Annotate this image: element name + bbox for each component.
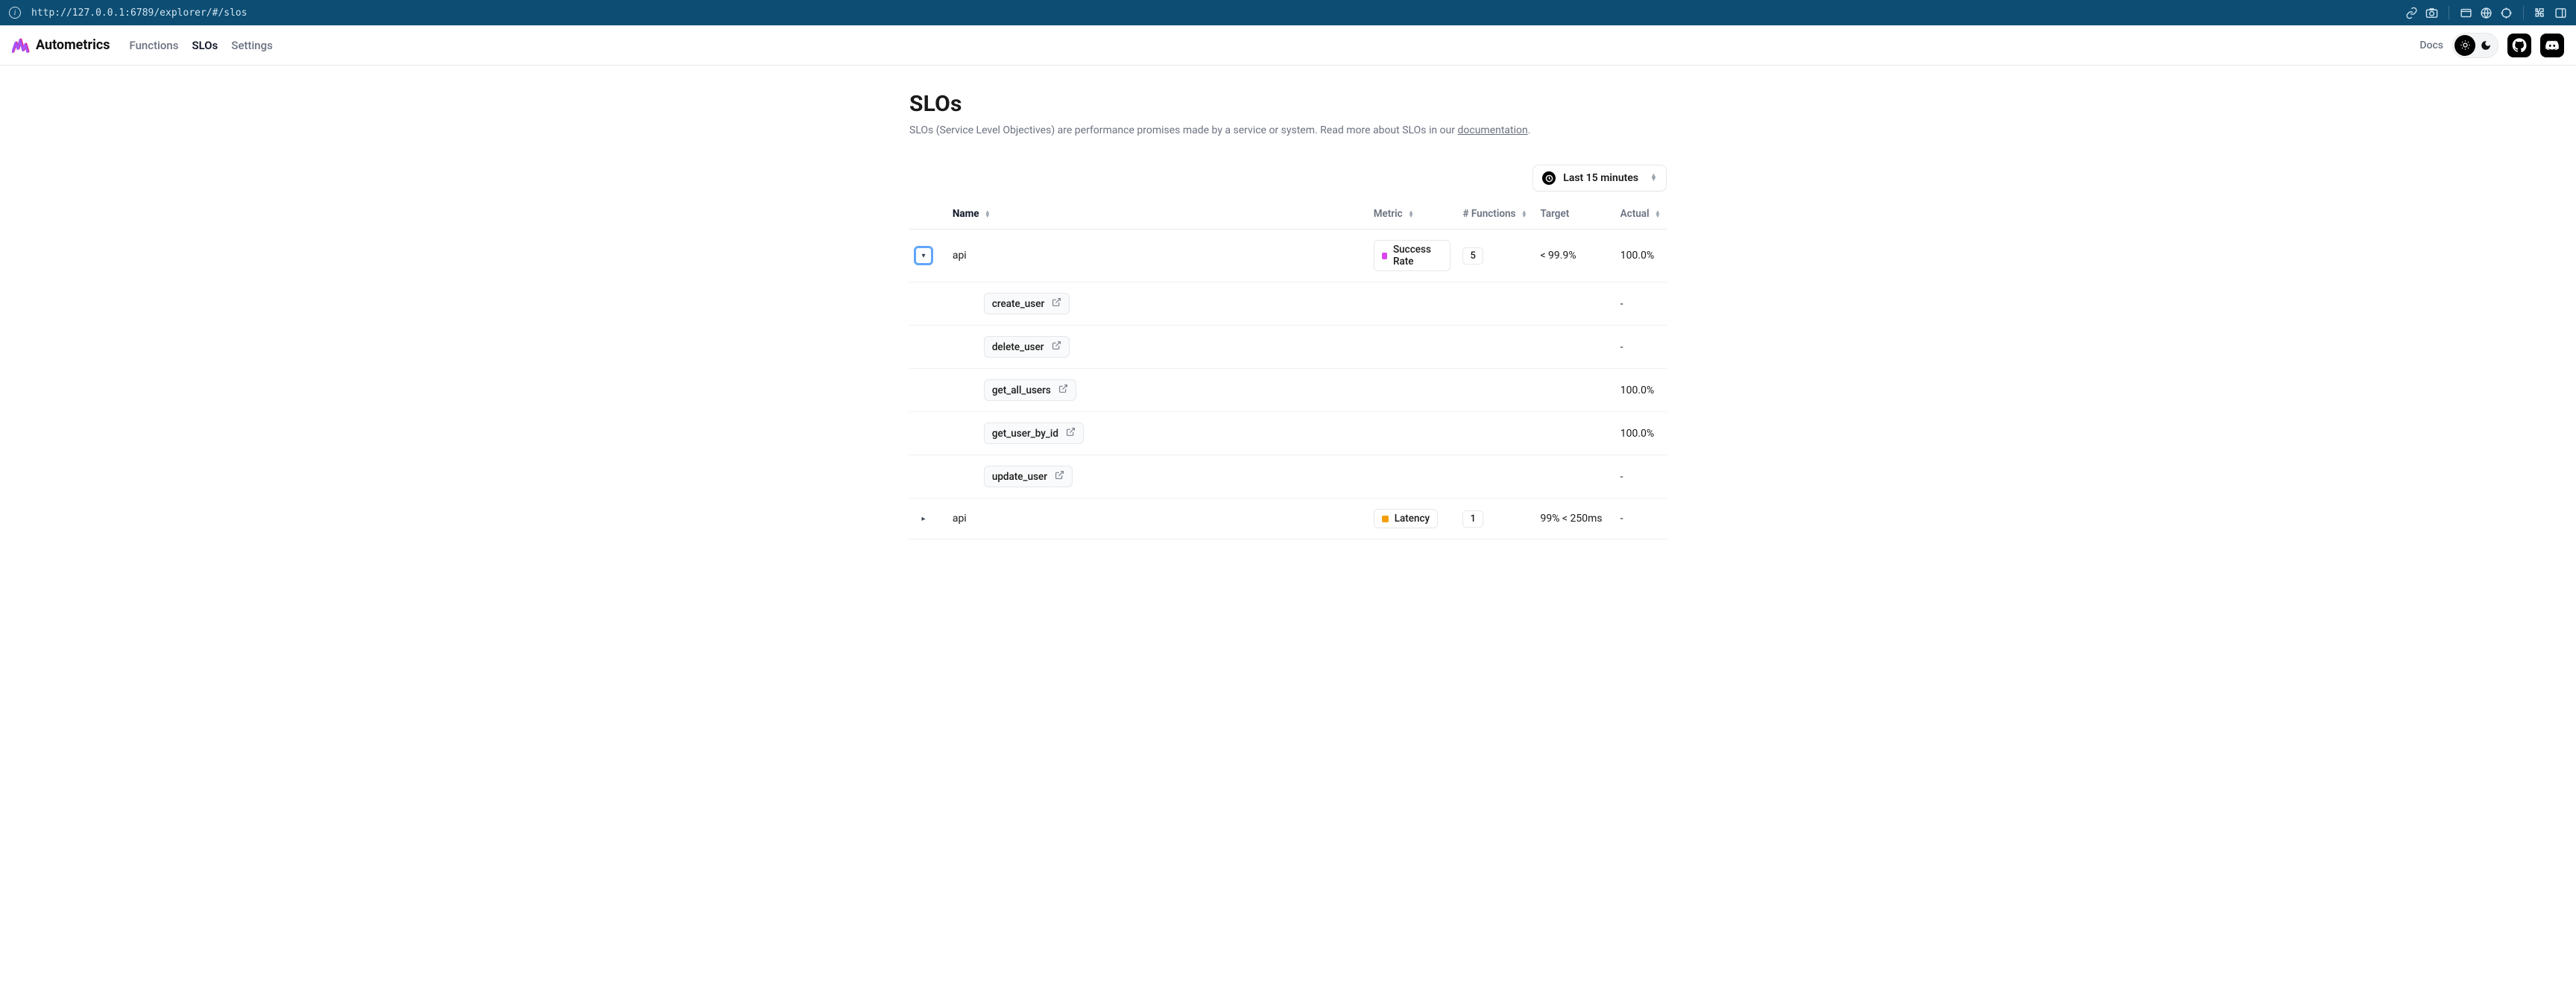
target-value: < 99.9% xyxy=(1534,229,1614,282)
url-text: http://127.0.0.1:6789/explorer/#/slos xyxy=(31,7,247,19)
metric-swatch-icon xyxy=(1382,516,1389,522)
docs-link[interactable]: Docs xyxy=(2419,39,2443,51)
function-chip[interactable]: get_all_users xyxy=(984,379,1076,401)
clock-icon xyxy=(1542,171,1556,185)
slo-table: Name ▲▼ Metric ▲▼ # Functions ▲▼ Target … xyxy=(909,199,1667,539)
nav-settings[interactable]: Settings xyxy=(231,39,273,52)
function-chip[interactable]: create_user xyxy=(984,293,1070,314)
expand-toggle[interactable]: ▸ xyxy=(915,510,932,527)
function-chip[interactable]: get_user_by_id xyxy=(984,422,1084,444)
table-row: ▸ api Latency 1 99% < 250ms - xyxy=(909,498,1667,539)
theme-light-option[interactable] xyxy=(2455,35,2475,56)
time-range-label: Last 15 minutes xyxy=(1563,172,1638,184)
col-header-name[interactable]: Name ▲▼ xyxy=(947,199,1368,229)
function-name: delete_user xyxy=(992,341,1044,353)
sort-icon: ▲▼ xyxy=(1655,210,1661,218)
table-row: ▾ api Success Rate 5 < 99.9% 100.0% xyxy=(909,229,1667,282)
slo-name: api xyxy=(947,229,1368,282)
col-header-target: Target xyxy=(1534,199,1614,229)
actual-value: - xyxy=(1614,326,1667,369)
external-link-icon xyxy=(1058,384,1068,396)
theme-toggle[interactable] xyxy=(2452,33,2498,58)
metric-badge: Latency xyxy=(1374,509,1438,528)
moon-icon xyxy=(2481,40,2491,51)
time-range-picker[interactable]: Last 15 minutes ▲▼ xyxy=(1532,165,1667,191)
link-icon[interactable] xyxy=(2405,7,2418,19)
function-count: 1 xyxy=(1462,510,1483,528)
function-name: update_user xyxy=(992,471,1047,483)
panel-icon[interactable] xyxy=(2460,7,2472,19)
metric-label: Latency xyxy=(1395,513,1430,525)
metric-label: Success Rate xyxy=(1393,244,1442,268)
discord-link[interactable] xyxy=(2540,34,2564,57)
col-header-actual[interactable]: Actual ▲▼ xyxy=(1614,199,1667,229)
table-row: get_all_users 100.0% xyxy=(909,369,1667,412)
actual-value: 100.0% xyxy=(1614,412,1667,455)
external-link-icon xyxy=(1052,297,1061,310)
target-icon[interactable] xyxy=(2500,7,2513,19)
github-icon xyxy=(2512,38,2527,53)
page-subtitle: SLOs (Service Level Objectives) are perf… xyxy=(909,124,1667,136)
nav-functions[interactable]: Functions xyxy=(129,39,178,52)
info-icon[interactable]: i xyxy=(9,7,21,19)
globe-icon[interactable] xyxy=(2480,7,2493,19)
documentation-link[interactable]: documentation xyxy=(1457,124,1527,136)
expand-toggle[interactable]: ▾ xyxy=(915,247,932,264)
table-row: create_user - xyxy=(909,282,1667,326)
function-count: 5 xyxy=(1462,247,1483,265)
function-name: create_user xyxy=(992,298,1044,310)
function-name: get_user_by_id xyxy=(992,428,1058,440)
browser-url-bar: i http://127.0.0.1:6789/explorer/#/slos xyxy=(0,0,2576,25)
function-chip[interactable]: update_user xyxy=(984,466,1073,487)
app-header: Autometrics Functions SLOs Settings Docs xyxy=(0,25,2576,66)
main-nav: Functions SLOs Settings xyxy=(129,39,272,52)
sort-icon: ▲▼ xyxy=(985,210,991,218)
actual-value: - xyxy=(1614,498,1667,539)
nav-slos[interactable]: SLOs xyxy=(192,39,218,52)
discord-icon xyxy=(2545,38,2560,53)
brand[interactable]: Autometrics xyxy=(12,37,110,54)
sort-icon: ▲▼ xyxy=(1521,210,1527,218)
brand-logo-icon xyxy=(12,37,30,54)
external-link-icon xyxy=(1066,427,1076,440)
sort-icon: ▲▼ xyxy=(1408,210,1414,218)
main-content: SLOs SLOs (Service Level Objectives) are… xyxy=(909,66,1667,569)
github-link[interactable] xyxy=(2507,34,2531,57)
slo-name: api xyxy=(947,498,1368,539)
camera-icon[interactable] xyxy=(2425,7,2438,19)
function-name: get_all_users xyxy=(992,384,1051,396)
stepper-icon: ▲▼ xyxy=(1650,174,1657,182)
actual-value: - xyxy=(1614,282,1667,326)
external-link-icon xyxy=(1055,470,1064,483)
col-header-metric[interactable]: Metric ▲▼ xyxy=(1368,199,1457,229)
target-value: 99% < 250ms xyxy=(1534,498,1614,539)
table-row: delete_user - xyxy=(909,326,1667,369)
page-title: SLOs xyxy=(909,91,1667,117)
theme-dark-option[interactable] xyxy=(2475,35,2496,56)
table-row: update_user - xyxy=(909,455,1667,498)
sun-icon xyxy=(2460,39,2471,51)
external-link-icon xyxy=(1052,341,1061,353)
col-header-functions[interactable]: # Functions ▲▼ xyxy=(1456,199,1534,229)
metric-badge: Success Rate xyxy=(1374,240,1451,271)
sidebar-icon[interactable] xyxy=(2554,7,2567,19)
puzzle-icon[interactable] xyxy=(2534,7,2547,19)
actual-value: 100.0% xyxy=(1614,369,1667,412)
metric-swatch-icon xyxy=(1382,253,1387,259)
actual-value: 100.0% xyxy=(1614,229,1667,282)
actual-value: - xyxy=(1614,455,1667,498)
browser-extensions xyxy=(2405,6,2567,19)
table-row: get_user_by_id 100.0% xyxy=(909,412,1667,455)
brand-name: Autometrics xyxy=(36,37,110,53)
function-chip[interactable]: delete_user xyxy=(984,336,1070,358)
